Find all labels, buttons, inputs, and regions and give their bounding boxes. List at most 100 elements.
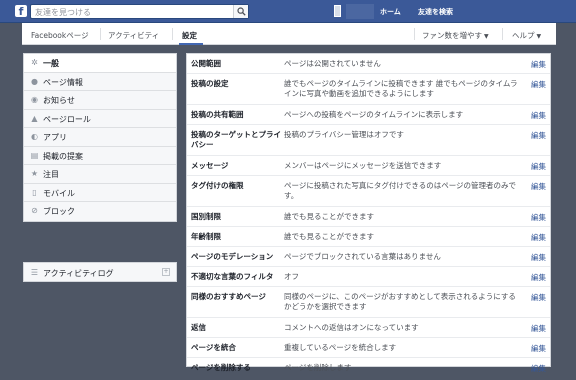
info-icon: ● [31, 76, 38, 86]
setting-value: ページは公開されていません [284, 59, 381, 68]
sidebar-item-page-roles[interactable]: ▲ ページロール [24, 110, 176, 128]
setting-value: ページを削除します [284, 363, 352, 372]
edit-link[interactable]: 編集 [531, 323, 546, 334]
edit-link[interactable]: 編集 [531, 252, 546, 263]
tab-activity[interactable]: アクティビティ [108, 30, 159, 41]
sidebar-item-suggestions[interactable]: ▤ 掲載の提案 [24, 147, 176, 165]
settings-row[interactable]: 同様のおすすめページ 同様のページに、このページがおすすめとして表示されるように… [187, 287, 550, 318]
settings-row[interactable]: 投稿の共有範囲 ページへの投稿をページのタイムラインに表示します 編集 [187, 105, 550, 125]
profile-name-block[interactable] [346, 4, 374, 19]
sidebar-item-label: ページロール [43, 114, 91, 124]
apps-icon: ◐ [31, 132, 38, 141]
tab-divider [172, 28, 173, 40]
sidebar-item-label: アクティビティログ [43, 269, 114, 278]
sidebar-item-label: ページ情報 [43, 77, 83, 87]
settings-row[interactable]: 国別制限 誰でも見ることができます 編集 [187, 207, 550, 227]
block-icon: ⊘ [31, 206, 38, 215]
settings-row[interactable]: メッセージ メンバーはページにメッセージを送信できます 編集 [187, 156, 550, 176]
settings-row[interactable]: 投稿の設定 誰でもページのタイムラインに投稿できます 誰でもページのタイムライン… [187, 74, 550, 105]
tab-divider [100, 28, 101, 40]
chevron-down-icon: ▼ [536, 33, 542, 40]
help-button[interactable]: ヘルプ ▼ [512, 30, 541, 41]
edit-link[interactable]: 編集 [531, 161, 546, 172]
edit-link[interactable]: 編集 [531, 59, 546, 70]
tab-facebook-page[interactable]: Facebookページ [31, 30, 89, 41]
settings-row[interactable]: 不適切な言葉のフィルタ オフ 編集 [187, 267, 550, 287]
setting-label: 投稿のターゲットとプライバシー [191, 130, 281, 149]
sidebar-item-apps[interactable]: ◐ アプリ [24, 128, 176, 147]
search-box [30, 4, 249, 19]
settings-row[interactable]: 年齢制限 誰でも見ることができます 編集 [187, 227, 550, 247]
grow-fans-button[interactable]: ファン数を増やす ▼ [422, 30, 489, 41]
search-input[interactable] [35, 7, 225, 17]
active-tab-indicator [179, 43, 203, 45]
expand-icon[interactable]: + [162, 268, 170, 276]
setting-label: 公開範囲 [191, 59, 221, 68]
settings-row[interactable]: ページを統合 重複しているページを統合します 編集 [187, 338, 550, 358]
home-link[interactable]: ホーム [380, 7, 401, 17]
setting-label: 投稿の共有範囲 [191, 110, 244, 119]
person-icon: ▲ [31, 113, 38, 123]
gear-icon: ✲ [31, 58, 38, 67]
settings-row[interactable]: ページを削除する ページを削除します 編集 [187, 358, 550, 378]
settings-row[interactable]: ページのモデレーション ページでブロックされている言葉はありません 編集 [187, 247, 550, 267]
grow-fans-label: ファン数を増やす [422, 31, 482, 40]
setting-value: オフ [284, 272, 299, 281]
setting-label: ページを削除する [191, 363, 251, 372]
edit-link[interactable]: 編集 [531, 79, 546, 90]
setting-label: ページを統合 [191, 343, 236, 352]
search-button[interactable] [233, 5, 248, 18]
settings-sidebar: ✲ 一般 ● ページ情報 ◉ お知らせ ▲ ページロール ◐ アプリ ▤ 掲載の… [23, 53, 177, 222]
page-subnav: Facebookページ アクティビティ 設定 ファン数を増やす ▼ ヘルプ ▼ [22, 23, 556, 45]
edit-link[interactable]: 編集 [531, 343, 546, 354]
sidebar-item-page-info[interactable]: ● ページ情報 [24, 73, 176, 91]
setting-value: ページでブロックされている言葉はありません [284, 252, 441, 261]
sidebar-item-label: 注目 [43, 170, 59, 179]
general-settings-panel: 公開範囲 ページは公開されていません 編集 投稿の設定 誰でもページのタイムライ… [186, 53, 551, 373]
setting-value: 誰でも見ることができます [284, 212, 374, 221]
setting-value: メンバーはページにメッセージを送信できます [284, 161, 442, 170]
settings-row[interactable]: 返信 コメントへの返信はオンになっています 編集 [187, 318, 550, 338]
edit-link[interactable]: 編集 [531, 181, 546, 192]
edit-link[interactable]: 編集 [531, 292, 546, 303]
edit-link[interactable]: 編集 [531, 130, 546, 141]
sidebar-item-notifications[interactable]: ◉ お知らせ [24, 91, 176, 110]
setting-label: メッセージ [191, 161, 229, 170]
setting-label: 不適切な言葉のフィルタ [191, 272, 274, 281]
setting-value: ページへの投稿をページのタイムラインに表示します [284, 110, 464, 119]
find-friends-link[interactable]: 友達を検索 [418, 7, 453, 17]
setting-label: 同様のおすすめページ [191, 292, 266, 301]
mobile-icon: ▯ [32, 187, 37, 197]
edit-link[interactable]: 編集 [531, 110, 546, 121]
setting-label: 国別制限 [191, 212, 221, 221]
facebook-logo[interactable]: f [15, 5, 27, 18]
edit-link[interactable]: 編集 [531, 232, 546, 243]
settings-row[interactable]: タグ付けの権限 ページに投稿された写真にタグ付けできるのはページの管理者のみです… [187, 176, 550, 207]
edit-link[interactable]: 編集 [531, 272, 546, 283]
sidebar-item-general[interactable]: ✲ 一般 [24, 54, 176, 73]
avatar[interactable] [334, 5, 341, 17]
setting-value: 投稿のプライバシー管理はオフです [284, 130, 404, 139]
sidebar-item-mobile[interactable]: ▯ モバイル [24, 184, 176, 202]
setting-value: コメントへの返信はオンになっています [284, 323, 419, 332]
chevron-down-icon: ▼ [484, 33, 489, 40]
tab-settings[interactable]: 設定 [182, 30, 197, 41]
sidebar-item-block[interactable]: ⊘ ブロック [24, 202, 176, 221]
setting-label: タグ付けの権限 [191, 181, 244, 190]
settings-row[interactable]: 公開範囲 ページは公開されていません 編集 [187, 54, 550, 74]
settings-row[interactable]: 投稿のターゲットとプライバシー 投稿のプライバシー管理はオフです 編集 [187, 125, 550, 156]
tab-divider [414, 28, 415, 40]
sidebar-item-label: 一般 [43, 59, 59, 68]
sidebar-item-label: アプリ [43, 133, 67, 142]
edit-link[interactable]: 編集 [531, 212, 546, 223]
setting-value: ページに投稿された写真にタグ付けできるのはページの管理者のみです。 [284, 181, 517, 200]
globe-icon: ◉ [31, 95, 38, 104]
sidebar-item-activity-log[interactable]: ☰ アクティビティログ + [23, 262, 177, 282]
sidebar-item-featured[interactable]: ★ 注目 [24, 165, 176, 184]
help-label: ヘルプ [512, 31, 535, 40]
setting-label: 年齢制限 [191, 232, 221, 241]
edit-link[interactable]: 編集 [531, 363, 546, 374]
setting-label: ページのモデレーション [191, 252, 274, 261]
sidebar-item-label: ブロック [43, 207, 75, 216]
setting-value: 誰でもページのタイムラインに投稿できます 誰でもページのタイムラインに写真や動画… [284, 79, 518, 98]
